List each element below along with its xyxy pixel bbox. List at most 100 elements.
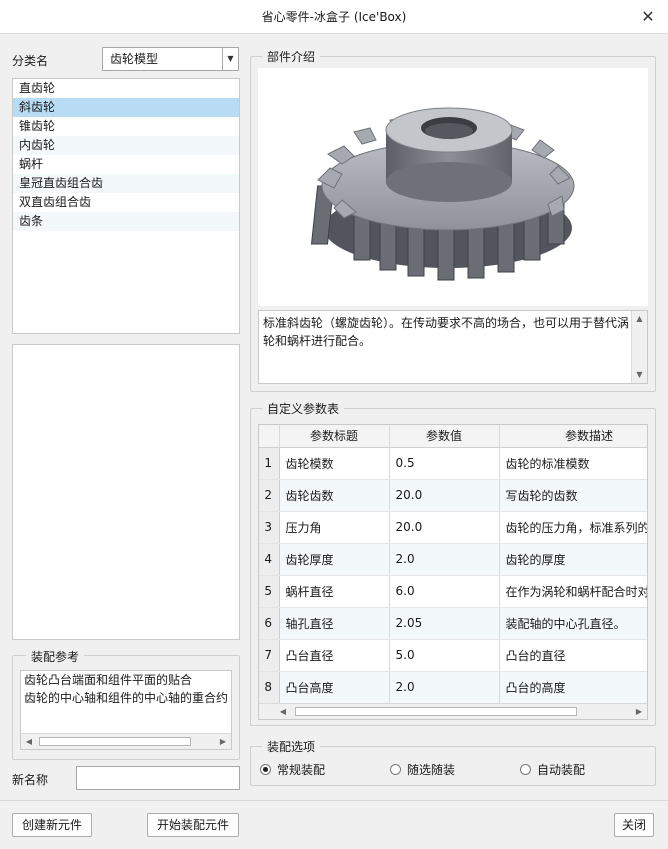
horizontal-scrollbar[interactable]: ◀ ▶ [21, 733, 231, 749]
scrollbar-thumb[interactable] [39, 737, 191, 746]
param-title-cell[interactable]: 齿轮齿数 [279, 479, 390, 512]
scrollbar-thumb[interactable] [295, 707, 577, 716]
part-preview-panel [12, 344, 240, 640]
param-value-cell[interactable]: 6.0 [389, 575, 500, 608]
assembly-ref-line: 齿轮的中心轴和组件的中心轴的重合约 [24, 691, 229, 705]
list-item[interactable]: 皇冠直齿组合齿 [13, 174, 239, 193]
row-number: 8 [259, 671, 280, 704]
row-number: 4 [259, 543, 280, 576]
scroll-left-icon[interactable]: ◀ [21, 734, 37, 749]
param-value-cell[interactable]: 2.0 [389, 671, 500, 704]
param-desc-cell[interactable]: 装配轴的中心孔直径。 [499, 607, 647, 640]
radio-unselected-icon[interactable] [390, 764, 401, 775]
assembly-options-title: 装配选项 [262, 738, 321, 755]
window-title-bar: 省心零件-冰盒子 (Ice'Box) [0, 0, 668, 34]
row-number: 6 [259, 607, 280, 640]
param-title-cell[interactable]: 凸台直径 [279, 639, 390, 672]
chevron-down-icon[interactable]: ▼ [222, 48, 238, 70]
param-title-cell[interactable]: 蜗杆直径 [279, 575, 390, 608]
table-row[interactable]: 2 齿轮齿数 20.0 写齿轮的齿数 [259, 479, 647, 512]
column-header[interactable]: 参数描述 [499, 425, 647, 448]
param-value-cell[interactable]: 5.0 [389, 639, 500, 672]
radio-label: 自动装配 [537, 763, 586, 777]
table-row[interactable]: 1 齿轮模数 0.5 齿轮的标准模数 [259, 447, 647, 480]
scroll-left-icon[interactable]: ◀ [275, 704, 291, 719]
vertical-scrollbar[interactable]: ▲ ▼ [631, 311, 647, 383]
row-number: 1 [259, 447, 280, 480]
list-item[interactable]: 内齿轮 [13, 136, 239, 155]
param-title-cell[interactable]: 凸台高度 [279, 671, 390, 704]
part-intro-title: 部件介绍 [262, 48, 321, 65]
list-item-selected[interactable]: 斜齿轮 [13, 98, 239, 117]
table-row[interactable]: 8 凸台高度 2.0 凸台的高度 [259, 671, 647, 704]
radio-pick-assembly[interactable]: 随选随装 [390, 762, 455, 778]
radio-unselected-icon[interactable] [520, 764, 531, 775]
category-selected-value: 齿轮模型 [110, 52, 159, 66]
row-number: 2 [259, 479, 280, 512]
custom-params-title: 自定义参数表 [262, 400, 345, 417]
gear-image [258, 68, 648, 306]
part-description-text: 标准斜齿轮（螺旋齿轮）。在传动要求不高的场合，也可以用于替代涡轮和蜗杆进行配合。 [263, 316, 630, 348]
horizontal-scrollbar[interactable]: ◀ ▶ [259, 703, 647, 719]
params-table[interactable]: 参数标题 参数值 参数描述 1 齿轮模数 0.5 齿轮的标准模数 2 齿轮齿数 … [258, 424, 648, 720]
radio-normal-assembly[interactable]: 常规装配 [260, 762, 325, 778]
param-value-cell[interactable]: 2.0 [389, 543, 500, 576]
radio-label: 常规装配 [277, 763, 326, 777]
radio-auto-assembly[interactable]: 自动装配 [520, 762, 585, 778]
window-title: 省心零件-冰盒子 (Ice'Box) [261, 10, 407, 24]
param-title-cell[interactable]: 轴孔直径 [279, 607, 390, 640]
param-title-cell[interactable]: 齿轮模数 [279, 447, 390, 480]
radio-selected-icon[interactable] [260, 764, 271, 775]
table-header-row: 参数标题 参数值 参数描述 [259, 425, 647, 448]
param-value-cell[interactable]: 2.05 [389, 607, 500, 640]
param-value-cell[interactable]: 0.5 [389, 447, 500, 480]
param-desc-cell[interactable]: 齿轮的厚度 [499, 543, 647, 576]
category-label: 分类名 [12, 54, 49, 68]
table-row[interactable]: 7 凸台直径 5.0 凸台的直径 [259, 639, 647, 672]
table-row[interactable]: 5 蜗杆直径 6.0 在作为涡轮和蜗杆配合时对 [259, 575, 647, 608]
param-value-cell[interactable]: 20.0 [389, 479, 500, 512]
param-desc-cell[interactable]: 凸台的高度 [499, 671, 647, 704]
row-number: 7 [259, 639, 280, 672]
table-row[interactable]: 4 齿轮厚度 2.0 齿轮的厚度 [259, 543, 647, 576]
start-assembly-button[interactable]: 开始装配元件 [147, 813, 239, 837]
row-number: 3 [259, 511, 280, 544]
assembly-ref-list[interactable]: 齿轮凸台端面和组件平面的贴合 齿轮的中心轴和组件的中心轴的重合约 ◀ ▶ [20, 670, 232, 750]
assembly-ref-line: 齿轮凸台端面和组件平面的贴合 [24, 673, 193, 687]
param-desc-cell[interactable]: 齿轮的压力角，标准系列的 [499, 511, 647, 544]
create-part-button[interactable]: 创建新元件 [12, 813, 92, 837]
param-desc-cell[interactable]: 齿轮的标准模数 [499, 447, 647, 480]
list-item[interactable]: 蜗杆 [13, 155, 239, 174]
param-desc-cell[interactable]: 凸台的直径 [499, 639, 647, 672]
list-item[interactable]: 直齿轮 [13, 79, 239, 98]
list-item[interactable]: 锥齿轮 [13, 117, 239, 136]
table-row[interactable]: 6 轴孔直径 2.05 装配轴的中心孔直径。 [259, 607, 647, 640]
new-name-label: 新名称 [12, 773, 49, 787]
param-value-cell[interactable]: 20.0 [389, 511, 500, 544]
list-item[interactable]: 双直齿组合齿 [13, 193, 239, 212]
param-title-cell[interactable]: 齿轮厚度 [279, 543, 390, 576]
scroll-right-icon[interactable]: ▶ [631, 704, 647, 719]
row-number-header [259, 425, 280, 448]
radio-label: 随选随装 [407, 763, 456, 777]
param-desc-cell[interactable]: 在作为涡轮和蜗杆配合时对 [499, 575, 647, 608]
table-row[interactable]: 3 压力角 20.0 齿轮的压力角，标准系列的 [259, 511, 647, 544]
scroll-down-icon[interactable]: ▼ [632, 367, 647, 383]
column-header[interactable]: 参数值 [389, 425, 500, 448]
scroll-up-icon[interactable]: ▲ [632, 311, 647, 327]
param-desc-cell[interactable]: 写齿轮的齿数 [499, 479, 647, 512]
part-description[interactable]: 标准斜齿轮（螺旋齿轮）。在传动要求不高的场合，也可以用于替代涡轮和蜗杆进行配合。… [258, 310, 648, 384]
new-name-input[interactable] [76, 766, 240, 790]
category-dropdown[interactable]: 齿轮模型 ▼ [102, 47, 239, 71]
row-number: 5 [259, 575, 280, 608]
column-header[interactable]: 参数标题 [279, 425, 390, 448]
divider [0, 800, 668, 801]
assembly-ref-title: 装配参考 [26, 648, 85, 665]
part-list[interactable]: 直齿轮 斜齿轮 锥齿轮 内齿轮 蜗杆 皇冠直齿组合齿 双直齿组合齿 齿条 [12, 78, 240, 334]
param-title-cell[interactable]: 压力角 [279, 511, 390, 544]
scroll-right-icon[interactable]: ▶ [215, 734, 231, 749]
close-icon[interactable]: ✕ [638, 0, 658, 34]
list-item[interactable]: 齿条 [13, 212, 239, 231]
gear-illustration [310, 107, 575, 281]
close-button[interactable]: 关闭 [614, 813, 654, 837]
